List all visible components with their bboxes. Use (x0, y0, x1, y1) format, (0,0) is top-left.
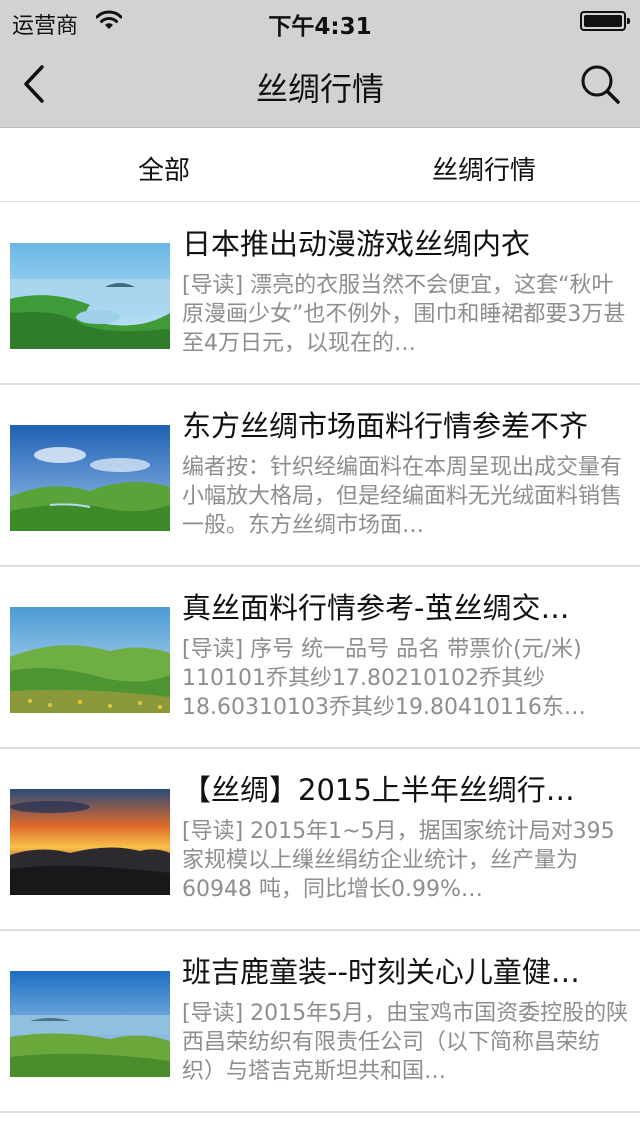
news-title: 真丝面料行情参考-茧丝绸交… (182, 591, 570, 625)
battery-icon (580, 11, 630, 31)
news-thumbnail (10, 971, 170, 1077)
news-thumbnail (10, 425, 170, 531)
news-summary: [导读] 2015年1~5月，据国家统计局对395家规模以上缫丝绢纺企业统计，丝… (182, 819, 615, 902)
navigation-bar: 丝绸行情 (0, 40, 640, 128)
news-list: 日本推出动漫游戏丝绸内衣 [导读] 漂亮的衣服当然不会便宜，这套“秋叶原漫画少女… (0, 203, 640, 1113)
tab-silk-market[interactable]: 丝绸行情 (432, 150, 536, 187)
news-item[interactable]: 东方丝绸市场面料行情参差不齐 编者按：针织经编面料在本周呈现出成交量有小幅放大格… (0, 385, 640, 567)
news-item[interactable]: 真丝面料行情参考-茧丝绸交… [导读] 序号 统一品号 品名 带票价(元/米) … (0, 567, 640, 749)
tab-all[interactable]: 全部 (138, 150, 190, 187)
news-title: 班吉鹿童装--时刻关心儿童健… (182, 955, 580, 989)
news-summary: [导读] 序号 统一品号 品名 带票价(元/米) 110101乔其纱17.802… (182, 637, 586, 720)
category-tabs: 全部 丝绸行情 (0, 128, 640, 202)
news-item[interactable]: 班吉鹿童装--时刻关心儿童健… [导读] 2015年5月，由宝鸡市国资委控股的陕… (0, 931, 640, 1113)
status-time: 下午4:31 (268, 14, 372, 40)
search-button[interactable] (578, 62, 622, 106)
news-summary: [导读] 2015年5月，由宝鸡市国资委控股的陕西昌荣纺织有限责任公司（以下简称… (182, 1001, 629, 1084)
news-title: 【丝绸】2015上半年丝绸行… (182, 773, 575, 807)
news-item[interactable]: 【丝绸】2015上半年丝绸行… [导读] 2015年1~5月，据国家统计局对39… (0, 749, 640, 931)
news-item[interactable]: 日本推出动漫游戏丝绸内衣 [导读] 漂亮的衣服当然不会便宜，这套“秋叶原漫画少女… (0, 203, 640, 385)
news-title: 日本推出动漫游戏丝绸内衣 (182, 227, 531, 261)
news-title: 东方丝绸市场面料行情参差不齐 (182, 409, 589, 443)
page-title: 丝绸行情 (255, 70, 384, 108)
news-thumbnail (10, 789, 170, 895)
news-summary: [导读] 漂亮的衣服当然不会便宜，这套“秋叶原漫画少女”也不例外，围巾和睡裙都要… (182, 273, 626, 356)
news-thumbnail (10, 607, 170, 713)
status-bar: 运营商 下午4:31 (0, 0, 640, 40)
news-thumbnail (10, 243, 170, 349)
news-summary: 编者按：针织经编面料在本周呈现出成交量有小幅放大格局，但是经编面料无光绒面料销售… (182, 455, 623, 538)
search-icon (581, 65, 620, 104)
